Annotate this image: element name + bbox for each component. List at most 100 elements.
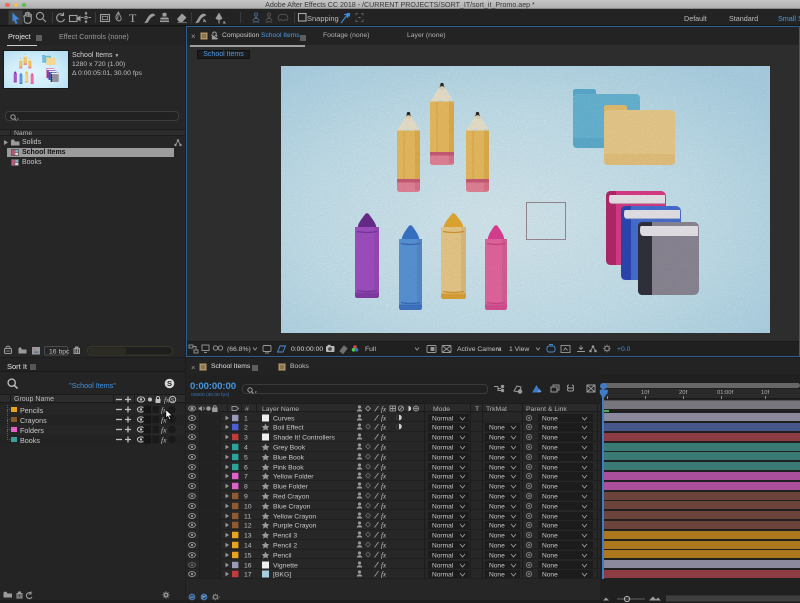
svg-text:Small Sc: Small Sc xyxy=(778,14,800,23)
svg-text:None: None xyxy=(542,562,558,569)
svg-text:7: 7 xyxy=(244,474,248,481)
svg-text:None: None xyxy=(542,552,558,559)
svg-text:11: 11 xyxy=(244,513,251,520)
svg-text:Pink Book: Pink Book xyxy=(273,464,304,471)
svg-text:fx: fx xyxy=(381,473,387,481)
svg-text:Vignette: Vignette xyxy=(273,562,298,569)
svg-text:None: None xyxy=(542,474,558,481)
svg-text:Blue Book: Blue Book xyxy=(273,454,305,461)
svg-text:None: None xyxy=(542,572,558,579)
svg-text:12: 12 xyxy=(244,523,252,530)
svg-text:9: 9 xyxy=(244,493,248,500)
svg-text:None: None xyxy=(489,454,505,461)
svg-text:fx: fx xyxy=(381,453,387,461)
svg-text:T: T xyxy=(129,11,137,25)
svg-text:Normal: Normal xyxy=(432,503,454,510)
svg-text:Normal: Normal xyxy=(432,523,454,530)
svg-text:Active Camera: Active Camera xyxy=(457,346,502,353)
svg-text:14: 14 xyxy=(244,542,252,549)
svg-text:None: None xyxy=(489,572,505,579)
svg-text:None: None xyxy=(542,425,558,432)
svg-text:Normal: Normal xyxy=(432,444,454,451)
svg-text:Normal: Normal xyxy=(432,542,454,549)
svg-text:Default: Default xyxy=(684,14,707,23)
svg-text:None: None xyxy=(542,464,558,471)
svg-text:None: None xyxy=(542,454,558,461)
svg-text:None: None xyxy=(542,542,558,549)
svg-text:fx: fx xyxy=(381,512,387,520)
svg-text:fx: fx xyxy=(381,551,387,559)
svg-text:None: None xyxy=(489,513,505,520)
svg-text:Normal: Normal xyxy=(432,434,454,441)
svg-text:Blue Crayon: Blue Crayon xyxy=(273,503,311,510)
svg-text:fx: fx xyxy=(381,443,387,451)
svg-text:fx: fx xyxy=(381,502,387,510)
svg-text:Normal: Normal xyxy=(432,464,454,471)
svg-text:fx: fx xyxy=(161,436,167,445)
svg-text:Purple Crayon: Purple Crayon xyxy=(273,523,317,530)
svg-text:16: 16 xyxy=(244,562,252,569)
svg-text:17: 17 xyxy=(244,572,252,579)
svg-text:Boil Effect: Boil Effect xyxy=(273,425,304,432)
svg-text:None: None xyxy=(542,434,558,441)
svg-text:None: None xyxy=(542,523,558,530)
svg-text:Curves: Curves xyxy=(273,415,295,422)
svg-text:Normal: Normal xyxy=(432,552,454,559)
svg-text:[BKG]: [BKG] xyxy=(273,572,291,579)
svg-text:fx: fx xyxy=(381,571,387,579)
svg-text:fx: fx xyxy=(381,561,387,569)
svg-text:10: 10 xyxy=(244,503,252,510)
svg-text:+0.0: +0.0 xyxy=(617,346,631,353)
svg-text:None: None xyxy=(489,523,505,530)
svg-text:Pencil 2: Pencil 2 xyxy=(273,542,297,549)
svg-text:3: 3 xyxy=(244,434,248,441)
svg-text:fx: fx xyxy=(381,424,387,432)
svg-text:None: None xyxy=(542,493,558,500)
svg-text:5: 5 xyxy=(244,454,248,461)
svg-text:Pencil 3: Pencil 3 xyxy=(273,532,297,539)
svg-text:13: 13 xyxy=(244,532,252,539)
svg-text:Normal: Normal xyxy=(432,415,454,422)
svg-text:Normal: Normal xyxy=(432,513,454,520)
svg-text:None: None xyxy=(489,483,505,490)
svg-text:None: None xyxy=(542,415,558,422)
svg-text:None: None xyxy=(542,483,558,490)
svg-text:None: None xyxy=(542,532,558,539)
svg-text:8: 8 xyxy=(244,483,248,490)
svg-text:fx: fx xyxy=(381,483,387,491)
svg-text:Full: Full xyxy=(365,346,376,353)
svg-text:None: None xyxy=(489,503,505,510)
svg-text:None: None xyxy=(489,474,505,481)
svg-text:fx: fx xyxy=(381,414,387,422)
svg-text:Grey Book: Grey Book xyxy=(273,444,306,451)
svg-text:15: 15 xyxy=(244,552,252,559)
svg-text:None: None xyxy=(542,513,558,520)
svg-text:None: None xyxy=(489,444,505,451)
svg-text:None: None xyxy=(489,562,505,569)
svg-text:fx: fx xyxy=(381,522,387,530)
svg-text:None: None xyxy=(489,542,505,549)
svg-text:Blue Folder: Blue Folder xyxy=(273,483,308,490)
svg-text:fx: fx xyxy=(381,541,387,549)
svg-text:4: 4 xyxy=(244,444,248,451)
svg-text:Normal: Normal xyxy=(432,572,454,579)
svg-text:Snapping: Snapping xyxy=(307,14,339,23)
svg-text:Normal: Normal xyxy=(432,474,454,481)
svg-text:Normal: Normal xyxy=(432,454,454,461)
svg-text:None: None xyxy=(542,503,558,510)
svg-text:1: 1 xyxy=(244,415,248,422)
svg-text:Standard: Standard xyxy=(729,14,758,23)
svg-text:Normal: Normal xyxy=(432,532,454,539)
svg-text:Normal: Normal xyxy=(432,493,454,500)
svg-text:S: S xyxy=(167,379,172,388)
svg-text:Normal: Normal xyxy=(432,483,454,490)
svg-text:Normal: Normal xyxy=(432,425,454,432)
svg-text:6: 6 xyxy=(244,464,248,471)
svg-text:fx: fx xyxy=(381,492,387,500)
svg-text:Yellow Crayon: Yellow Crayon xyxy=(273,513,316,520)
svg-text:None: None xyxy=(489,493,505,500)
svg-text:None: None xyxy=(542,444,558,451)
svg-text:fx: fx xyxy=(381,532,387,540)
svg-text:Normal: Normal xyxy=(432,562,454,569)
svg-text:fx: fx xyxy=(161,426,167,435)
